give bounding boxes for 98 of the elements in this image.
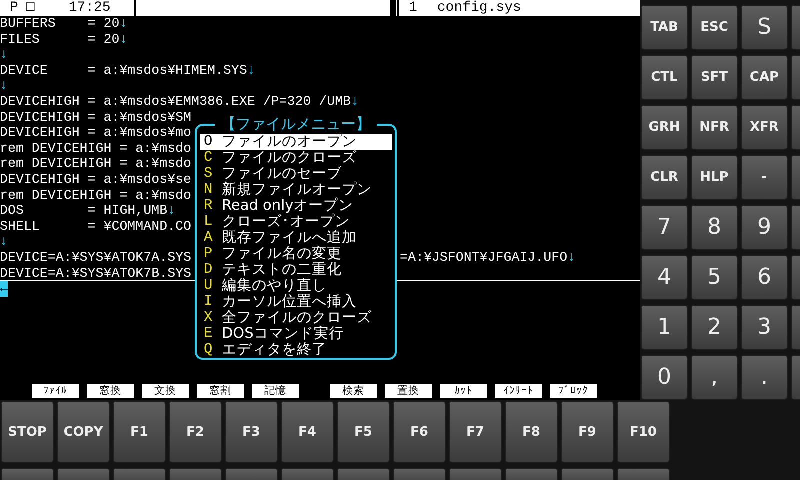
keypad-key[interactable] (791, 55, 800, 100)
keypad-key[interactable]: 3 (741, 305, 788, 350)
keypad-key[interactable]: NFR (691, 105, 738, 150)
menu-item[interactable]: I カーソル位置へ挿入 (200, 294, 392, 310)
keypad-key[interactable]: 2 (691, 305, 738, 350)
newline-mark: ↓ (120, 16, 128, 32)
code-line: rem DEVICEHIGH = a:¥msdo (0, 156, 192, 172)
function-key-label: 検索 (330, 384, 377, 398)
function-key[interactable]: F1 (113, 401, 166, 463)
keypad-key[interactable]: 9 (741, 205, 788, 250)
clock: 17:25 (68, 0, 111, 16)
newline-mark: ↓ (0, 234, 8, 250)
function-key[interactable]: F3 (225, 401, 278, 463)
function-key-label: ﾌﾞﾛｯｸ (550, 384, 597, 398)
function-key[interactable]: STOP (1, 401, 54, 463)
keypad-key[interactable] (791, 155, 800, 200)
keypad-key[interactable]: ESC (691, 5, 738, 50)
menu-item[interactable]: R Read onlyオープン (200, 198, 392, 214)
keypad-key[interactable]: TAB (641, 5, 688, 50)
function-key[interactable]: F8 (505, 401, 558, 463)
function-key-label: ｲﾝｻｰﾄ (495, 384, 542, 398)
code-line: DEVICE=A:¥SYS¥ATOK7B.SYS (0, 266, 192, 280)
function-key-label: ﾌｧｲﾙ (32, 384, 79, 398)
keypad-key[interactable]: CTL (641, 55, 688, 100)
menu-item[interactable]: U 編集のやり直し (200, 278, 392, 294)
code-line: DEVICEHIGH = a:¥msdos¥EMM386.EXE /P=320 /UMB (0, 94, 352, 110)
status-indicator: □ (26, 0, 35, 16)
keypad-key[interactable]: 7 (641, 205, 688, 250)
menu-item[interactable]: X 全ファイルのクローズ (200, 310, 392, 326)
keypad-key[interactable]: HLP (691, 155, 738, 200)
file-tab[interactable]: 1 config.sys (399, 0, 640, 16)
keypad-key[interactable] (791, 255, 800, 300)
function-key[interactable]: F7 (449, 401, 502, 463)
keypad-key[interactable] (791, 5, 800, 50)
function-key-label: 置換 (385, 384, 432, 398)
menu-item[interactable]: D テキストの二重化 (200, 262, 392, 278)
code-line: =A:¥JSFONT¥JFGAIJ.UFO (400, 250, 568, 266)
keypad-key[interactable]: 8 (691, 205, 738, 250)
code-line: DEVICEHIGH = a:¥msdos¥se (0, 172, 192, 188)
function-key-label: ｶｯﾄ (440, 384, 487, 398)
keypad-key[interactable]: 5 (691, 255, 738, 300)
function-key[interactable]: F10 (617, 401, 670, 463)
code-line: FILES = 20 (0, 32, 120, 48)
newline-mark: ↓ (0, 47, 8, 63)
code-line: rem DEVICEHIGH = a:¥msdo (0, 188, 192, 204)
keypad-key[interactable]: . (741, 355, 788, 400)
code-line: SHELL = ¥COMMAND.CO (0, 218, 192, 234)
code-line: DEVICE = a:¥msdos¥HIMEM.SYS (0, 62, 248, 78)
keypad-key[interactable]: CAP (741, 55, 788, 100)
keypad-key[interactable] (791, 355, 800, 400)
newline-mark: ↓ (247, 62, 256, 78)
menu-item[interactable]: O ファイルのオープン (200, 134, 392, 150)
keypad-key[interactable] (791, 205, 800, 250)
keypad-key[interactable]: - (741, 155, 788, 200)
function-key[interactable]: F9 (561, 401, 614, 463)
code-line: BUFFERS = 20 (0, 16, 120, 32)
keypad-key[interactable]: GRH (641, 105, 688, 150)
keypad-key[interactable] (791, 305, 800, 350)
text-cursor: ← (0, 281, 8, 297)
keypad-key[interactable]: , (691, 355, 738, 400)
keypad-key[interactable] (791, 105, 800, 150)
menu-item[interactable]: E DOSコマンド実行 (200, 326, 392, 342)
newline-mark: ↓ (568, 250, 576, 266)
function-key-label: 窓換 (87, 384, 134, 398)
menu-item[interactable]: C ファイルのクローズ (200, 150, 392, 166)
menu-title: 【ファイルメニュー】 (215, 116, 377, 132)
function-key[interactable]: F6 (393, 401, 446, 463)
menu-item[interactable]: Q エディタを終了 (200, 342, 392, 358)
code-line: DEVICE=A:¥SYS¥ATOK7A.SYS (0, 250, 192, 266)
newline-mark: ↓ (0, 78, 8, 94)
menu-item[interactable]: A 既存ファイルへ追加 (200, 230, 392, 246)
code-line: DEVICEHIGH = a:¥msdos¥mo (0, 125, 192, 141)
newline-mark: ↓ (351, 94, 360, 110)
newline-mark: ↓ (168, 203, 176, 219)
keypad-key[interactable]: XFR (741, 105, 788, 150)
keypad-key[interactable]: CLR (641, 155, 688, 200)
menu-item[interactable]: P ファイル名の変更 (200, 246, 392, 262)
function-key[interactable]: F4 (281, 401, 334, 463)
keypad-key[interactable]: 1 (641, 305, 688, 350)
function-key[interactable]: F5 (337, 401, 390, 463)
keypad-key[interactable]: 4 (641, 255, 688, 300)
keypad-key[interactable]: S (741, 5, 788, 50)
keypad-key[interactable]: 0 (641, 355, 688, 400)
code-line: DEVICEHIGH = a:¥msdos¥SM (0, 110, 192, 126)
newline-mark: ↓ (120, 32, 128, 48)
function-key-label: 記憶 (252, 384, 299, 398)
code-line: DOS = HIGH,UMB (0, 203, 168, 219)
keypad-key[interactable]: 6 (741, 255, 788, 300)
menu-item[interactable]: N 新規ファイルオープン (200, 182, 392, 198)
function-key[interactable]: F2 (169, 401, 222, 463)
keypad-key[interactable]: SFT (691, 55, 738, 100)
function-key[interactable]: COPY (57, 401, 110, 463)
code-line: rem DEVICEHIGH = a:¥msdo (0, 140, 192, 156)
menu-item[interactable]: S ファイルのセーブ (200, 166, 392, 182)
mode-indicator: P (10, 0, 18, 16)
menu-item[interactable]: L クローズ･オープン (200, 214, 392, 230)
function-key-label: 文換 (142, 384, 189, 398)
function-key-label: 窓割 (197, 384, 244, 398)
